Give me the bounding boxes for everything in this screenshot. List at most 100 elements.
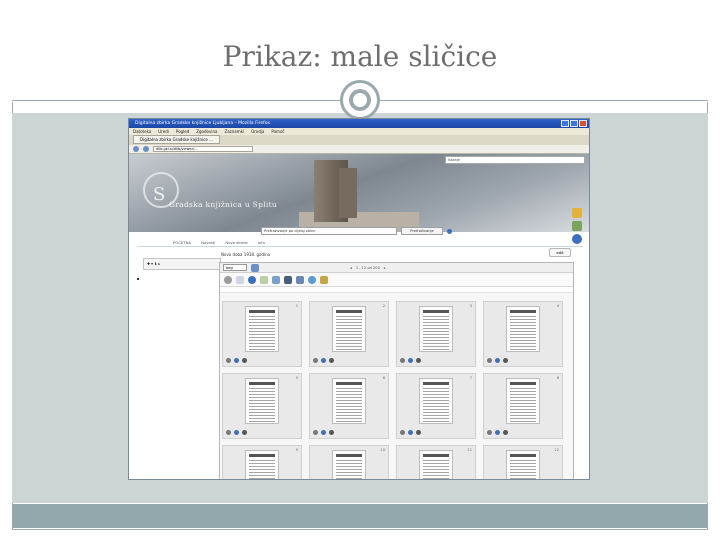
menu-item[interactable]: Zgodovina — [196, 128, 217, 135]
footer-bar — [12, 504, 708, 528]
zoom-icon[interactable] — [487, 358, 492, 363]
page-thumbnail[interactable] — [332, 378, 366, 424]
thumbnail-cell[interactable]: 7 — [396, 373, 476, 439]
tool-icon[interactable] — [416, 430, 421, 435]
next-icon[interactable]: ▸ — [384, 264, 386, 272]
star-icon[interactable] — [320, 275, 328, 284]
info-icon[interactable] — [234, 430, 239, 435]
info-icon[interactable] — [234, 358, 239, 363]
info-icon[interactable] — [248, 275, 256, 284]
menu-item[interactable]: Zaznamki — [224, 128, 244, 135]
zoom-icon[interactable] — [313, 430, 318, 435]
maximize-icon[interactable] — [570, 120, 578, 127]
page-icon[interactable] — [284, 275, 292, 284]
page-thumbnail[interactable] — [419, 450, 453, 479]
pencil-icon[interactable] — [572, 208, 582, 218]
zoom-icon[interactable] — [313, 358, 318, 363]
forward-icon[interactable] — [143, 146, 149, 152]
menu-item[interactable]: Pogled — [176, 128, 189, 135]
grid-icon[interactable] — [251, 263, 259, 272]
side-icons — [572, 208, 582, 244]
thumbnail-cell[interactable]: 11 — [396, 445, 476, 479]
settings-icon[interactable] — [224, 275, 232, 284]
document-icon[interactable] — [236, 275, 244, 284]
thumbnail-cell[interactable]: 3 — [396, 301, 476, 367]
nav-item[interactable]: POČETNA — [173, 240, 191, 245]
page-thumbnail[interactable] — [506, 306, 540, 352]
info-icon[interactable] — [321, 358, 326, 363]
back-icon[interactable] — [133, 146, 139, 152]
thumbnail-cell[interactable]: 1 — [222, 301, 302, 367]
text-line — [423, 328, 449, 329]
page-thumbnail[interactable] — [419, 378, 453, 424]
page-thumbnail[interactable] — [506, 450, 540, 479]
menu-item[interactable]: Orodja — [251, 128, 264, 135]
prev-icon[interactable]: ◂ — [350, 264, 352, 272]
page-thumbnail[interactable] — [506, 378, 540, 424]
text-line — [423, 331, 449, 332]
search-button[interactable]: Pretraživanje — [401, 227, 443, 235]
text-line — [423, 418, 449, 419]
zoom-icon[interactable] — [226, 358, 231, 363]
tool-icon[interactable] — [242, 358, 247, 363]
zoom-icon[interactable] — [226, 430, 231, 435]
refresh-icon[interactable] — [308, 275, 316, 284]
tools-icon[interactable] — [296, 275, 304, 284]
edit-button[interactable]: edit — [549, 248, 571, 257]
page-thumbnail[interactable] — [245, 450, 279, 479]
text-line — [249, 475, 275, 476]
text-line — [249, 460, 275, 461]
menu-item[interactable]: Datoteka — [133, 128, 151, 135]
browser-tab[interactable]: Digitalna zbirka Gradske knjižnice ... — [133, 135, 220, 144]
zoom-icon[interactable] — [400, 430, 405, 435]
home-icon[interactable] — [260, 275, 268, 284]
page-thumbnail[interactable] — [245, 306, 279, 352]
info-icon[interactable] — [321, 430, 326, 435]
minimize-icon[interactable] — [561, 120, 569, 127]
tool-icon[interactable] — [503, 430, 508, 435]
tool-icon[interactable] — [416, 358, 421, 363]
tool-icon[interactable] — [503, 358, 508, 363]
text-line — [336, 409, 362, 410]
nav-item[interactable]: Novosti — [201, 240, 215, 245]
text-line — [249, 334, 275, 335]
search-input[interactable]: Pretraživanje po cijeloj zbirci — [261, 227, 397, 235]
thumbnail-cell[interactable]: 12 — [483, 445, 563, 479]
info-icon[interactable] — [447, 228, 452, 234]
page-thumbnail[interactable] — [332, 306, 366, 352]
info-icon[interactable] — [572, 234, 582, 244]
thumbnail-actions — [313, 358, 334, 363]
tool-icon[interactable] — [329, 430, 334, 435]
banner-search-input[interactable]: Iskanje — [445, 156, 585, 164]
info-icon[interactable] — [408, 430, 413, 435]
layers-icon[interactable] — [272, 275, 280, 284]
thumbnail-cell[interactable]: 10 — [309, 445, 389, 479]
page-thumbnail[interactable] — [332, 450, 366, 479]
info-icon[interactable] — [495, 430, 500, 435]
thumbnail-cell[interactable]: 8 — [483, 373, 563, 439]
tool-icon[interactable] — [329, 358, 334, 363]
thumbnail-cell[interactable]: 9 — [222, 445, 302, 479]
thumbnail-cell[interactable]: 6 — [309, 373, 389, 439]
nav-item[interactable]: Info — [258, 240, 265, 245]
close-icon[interactable] — [579, 120, 587, 127]
thumbnail-cell[interactable]: 2 — [309, 301, 389, 367]
nav-item[interactable]: Nove zbirke — [225, 240, 247, 245]
menu-item[interactable]: Uredi — [158, 128, 169, 135]
page-thumbnail[interactable] — [245, 378, 279, 424]
text-line — [510, 319, 536, 320]
info-icon[interactable] — [408, 358, 413, 363]
page-thumbnail[interactable] — [419, 306, 453, 352]
menu-item[interactable]: Pomoč — [271, 128, 284, 135]
text-line — [249, 316, 275, 317]
thumbnail-cell[interactable]: 4 — [483, 301, 563, 367]
address-bar[interactable]: dlib.gkl.si/dlib/viewer/… — [153, 146, 253, 152]
zoom-icon[interactable] — [400, 358, 405, 363]
text-line — [336, 475, 362, 476]
thumbnail-cell[interactable]: 5 — [222, 373, 302, 439]
info-icon[interactable] — [495, 358, 500, 363]
tool-icon[interactable] — [242, 430, 247, 435]
zoom-icon[interactable] — [487, 430, 492, 435]
view-select[interactable]: beg — [223, 264, 247, 271]
edit-icon[interactable] — [572, 221, 582, 231]
